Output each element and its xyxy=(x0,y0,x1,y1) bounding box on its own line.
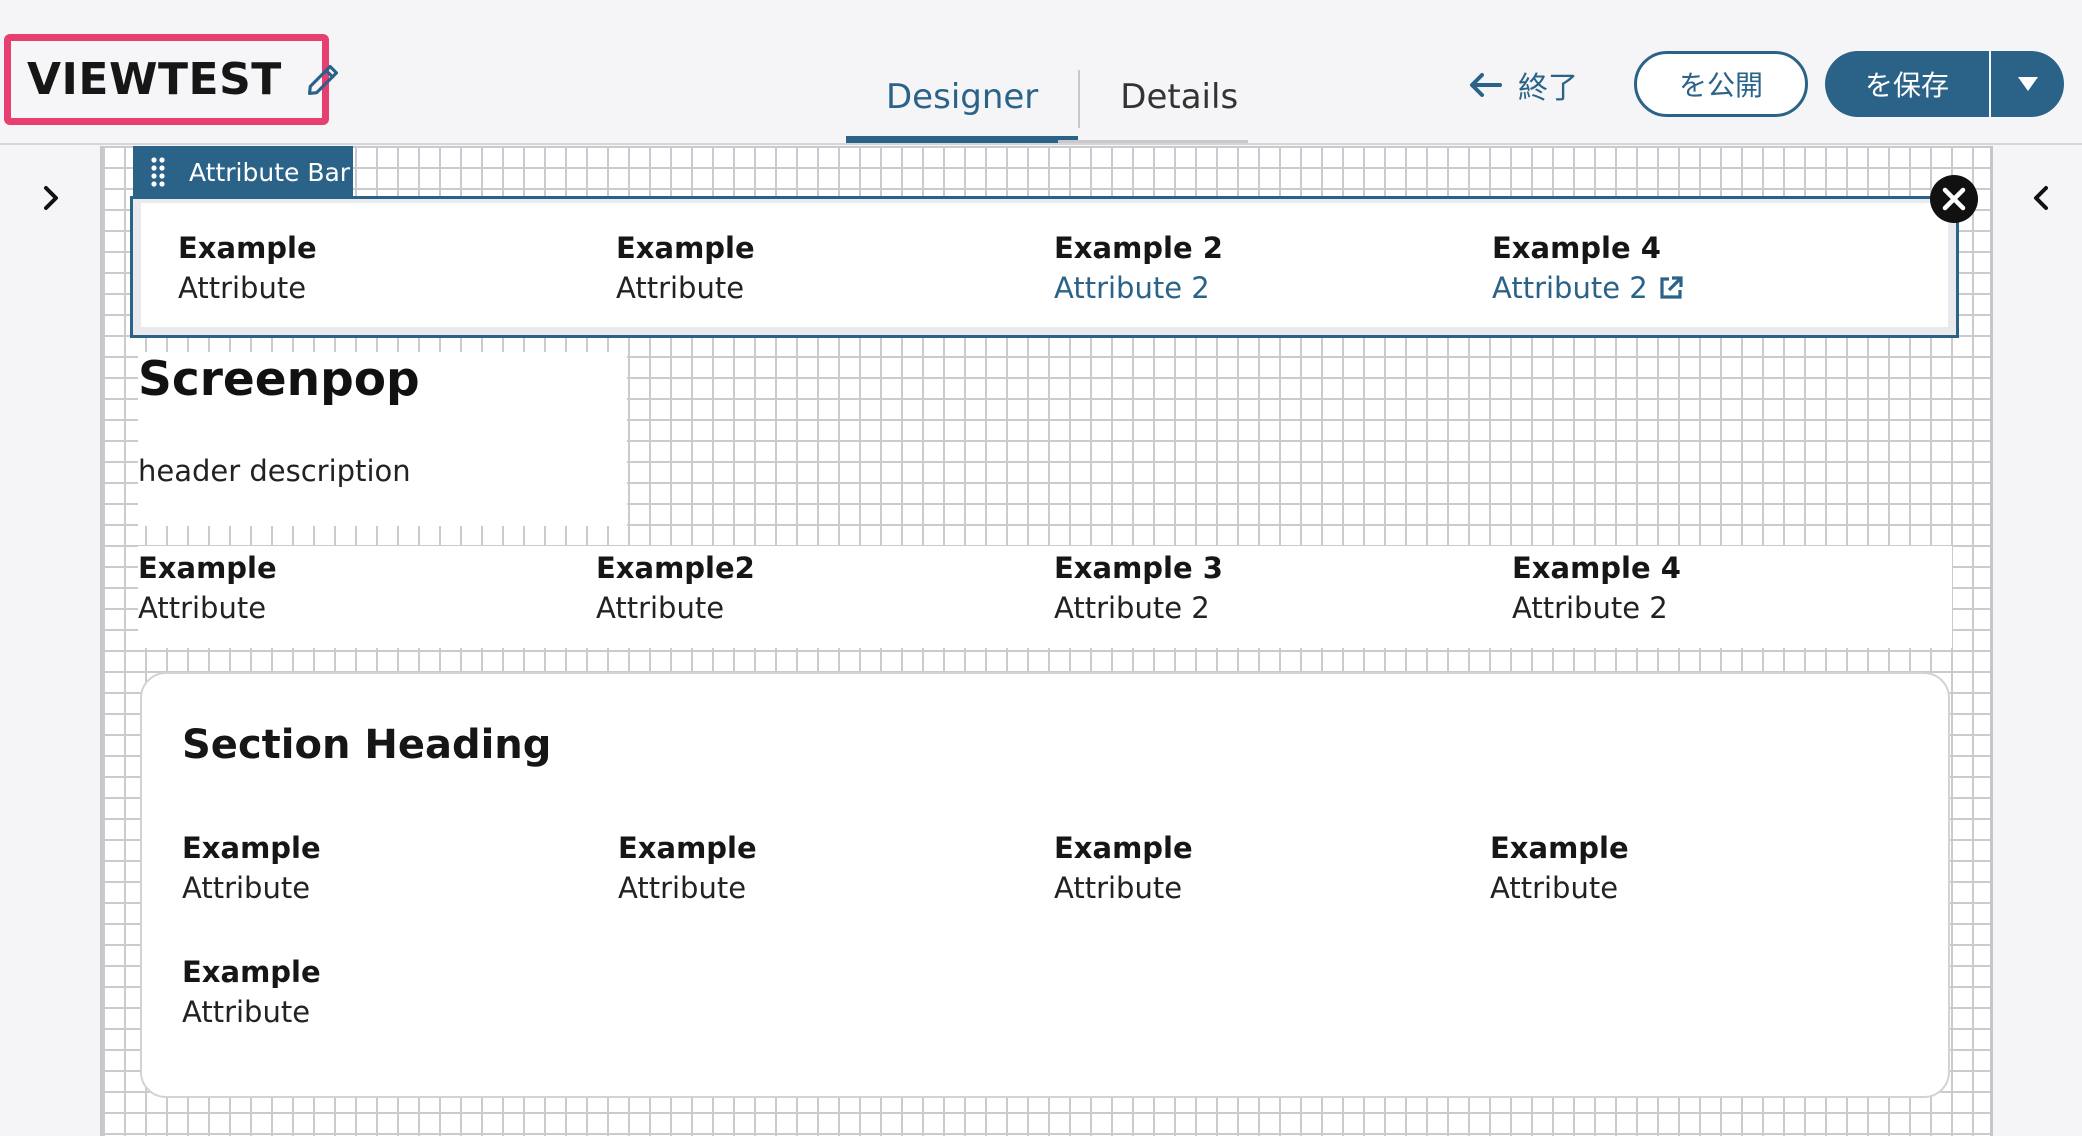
attribute-label: Example xyxy=(1490,831,1629,865)
screenpop-title: Screenpop xyxy=(138,352,420,407)
attribute-label: Example xyxy=(616,231,755,265)
pencil-icon[interactable] xyxy=(304,61,342,99)
view-title: VIEWTEST xyxy=(27,54,282,105)
caret-down-icon xyxy=(2017,77,2038,91)
section-item: Example Attribute xyxy=(1490,828,1629,908)
app-header: VIEWTEST Designer Details 終了 を公開 を保存 xyxy=(0,0,2082,145)
attribute-value: Attribute xyxy=(1490,871,1619,905)
exit-button[interactable]: 終了 xyxy=(1468,62,1578,108)
chevron-right-icon xyxy=(44,186,58,210)
attribute-label: Example2 xyxy=(596,551,755,585)
view-title-box: VIEWTEST xyxy=(4,34,338,125)
attribute-label: Example 4 xyxy=(1492,231,1661,265)
attribute-value: Attribute xyxy=(182,871,311,905)
view-tabs: Designer Details xyxy=(846,62,1278,145)
attribute-label: Example xyxy=(178,231,317,265)
remove-component-button[interactable] xyxy=(1930,175,1978,223)
attribute-label: Example xyxy=(618,831,757,865)
expand-left-panel-button[interactable] xyxy=(36,180,66,216)
attribute-external-link[interactable]: Attribute 2 xyxy=(1492,268,1684,308)
section-item: Example Attribute xyxy=(182,828,321,908)
attribute-row-item: Example 4 Attribute 2 xyxy=(1512,548,1681,628)
external-link-icon xyxy=(1658,271,1684,299)
save-button[interactable]: を保存 xyxy=(1825,51,1989,117)
attribute-link[interactable]: Attribute 2 xyxy=(1054,268,1223,308)
attribute-label: Example xyxy=(138,551,277,585)
attribute-bar-drag-handle[interactable]: Attribute Bar xyxy=(133,146,353,198)
chevron-left-icon xyxy=(2034,186,2048,210)
section-item: Example Attribute xyxy=(618,828,757,908)
attribute-bar-item: Example Attribute xyxy=(616,228,755,308)
attribute-bar-tag-label: Attribute Bar xyxy=(189,157,351,187)
attribute-value: Attribute xyxy=(182,995,311,1029)
attribute-value: Attribute xyxy=(596,591,725,625)
attribute-label: Example xyxy=(182,831,321,865)
arrow-left-icon xyxy=(1470,73,1502,97)
attribute-value: Attribute xyxy=(138,591,267,625)
attribute-bar-item: Example 4 Attribute 2 xyxy=(1492,228,1684,308)
attribute-row-item: Example Attribute xyxy=(138,548,277,628)
attribute-link-text: Attribute 2 xyxy=(1492,271,1648,305)
attribute-value: Attribute xyxy=(178,271,307,305)
attribute-label: Example 2 xyxy=(1054,231,1223,265)
attribute-value: Attribute xyxy=(618,871,747,905)
attribute-label: Example 3 xyxy=(1054,551,1223,585)
attribute-label: Example xyxy=(1054,831,1193,865)
attribute-label: Example xyxy=(182,955,321,989)
section-heading: Section Heading xyxy=(182,722,552,768)
drag-handle-icon xyxy=(151,157,165,187)
attribute-value: Attribute xyxy=(616,271,745,305)
attribute-row-item: Example 3 Attribute 2 xyxy=(1054,548,1223,628)
tab-designer[interactable]: Designer xyxy=(846,62,1079,145)
close-icon xyxy=(1942,187,1966,211)
attribute-label: Example 4 xyxy=(1512,551,1681,585)
section-item: Example Attribute xyxy=(1054,828,1193,908)
attribute-bar-component[interactable] xyxy=(130,196,1959,338)
screenpop-description: header description xyxy=(138,454,411,488)
attribute-bar-item: Example Attribute xyxy=(178,228,317,308)
section-item: Example Attribute xyxy=(182,952,321,1032)
tab-track xyxy=(1058,140,1248,143)
attribute-value: Attribute 2 xyxy=(1054,591,1210,625)
publish-button[interactable]: を公開 xyxy=(1634,51,1808,117)
attribute-bar-item: Example 2 Attribute 2 xyxy=(1054,228,1223,308)
tab-details[interactable]: Details xyxy=(1080,62,1278,145)
attribute-value: Attribute xyxy=(1054,871,1183,905)
exit-label: 終了 xyxy=(1518,71,1578,106)
attribute-value: Attribute 2 xyxy=(1512,591,1668,625)
attribute-row-item: Example2 Attribute xyxy=(596,548,755,628)
save-options-dropdown[interactable] xyxy=(1991,51,2064,117)
expand-right-panel-button[interactable] xyxy=(2026,180,2056,216)
